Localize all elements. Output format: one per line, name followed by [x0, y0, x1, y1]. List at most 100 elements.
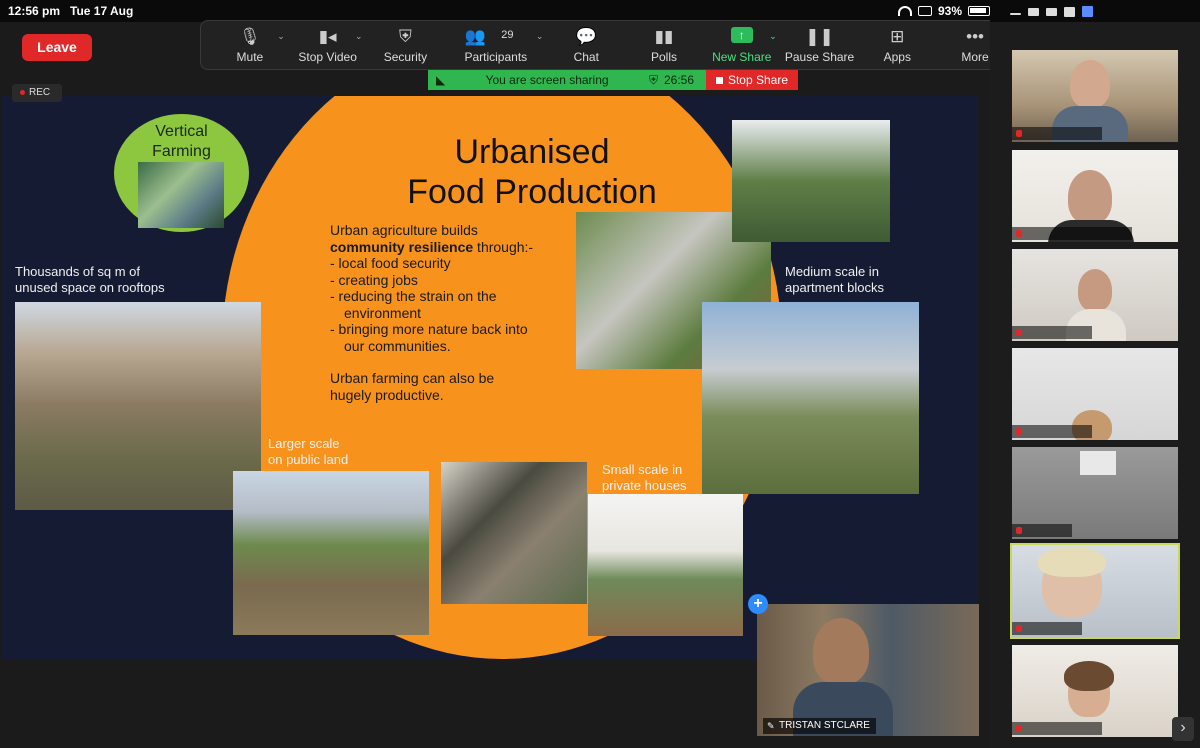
- participant-tile-active-speaker[interactable]: [1010, 543, 1180, 639]
- caption-rooftops: Thousands of sq m of unused space on roo…: [15, 264, 165, 296]
- chat-bubble-icon: 💬: [575, 27, 597, 46]
- participant-tile[interactable]: [1012, 150, 1178, 242]
- shield-icon: ⛨: [399, 27, 412, 46]
- new-share-button[interactable]: ↑ New Share ⌄: [703, 21, 781, 69]
- caption-apartment-blocks: Medium scale in apartment blocks: [785, 264, 884, 296]
- screen-sharing-bar: ◣ You are screen sharing ⛨ 26:56 Stop Sh…: [428, 70, 798, 90]
- minimize-icon[interactable]: [1010, 13, 1021, 15]
- microphone-icon: 🎙: [239, 27, 261, 46]
- participants-button[interactable]: 👥 29 Participants ⌄: [444, 21, 547, 69]
- speaker-view-icon[interactable]: [1046, 8, 1057, 16]
- pause-share-button[interactable]: ❚❚ Pause Share: [781, 21, 859, 69]
- gallery-grid-icon[interactable]: [1082, 6, 1093, 17]
- slide-title-line2: Food Production: [407, 173, 657, 211]
- participant-tile[interactable]: [1012, 645, 1178, 737]
- participants-count: 29: [501, 29, 514, 41]
- caption-rooftops-line1: Thousands of sq m of: [15, 264, 141, 279]
- wifi-icon: [897, 6, 912, 16]
- rooftop-farm-photo: [15, 302, 261, 510]
- chevron-right-icon: ›: [1180, 719, 1186, 736]
- polls-button[interactable]: ▮▮ Polls: [625, 21, 703, 69]
- people-icon: 👥: [464, 27, 486, 46]
- mute-label: Mute: [236, 50, 264, 64]
- chat-label: Chat: [573, 50, 599, 64]
- caption-rooftops-line2: unused space on rooftops: [15, 280, 165, 295]
- caption-private-line1: Small scale in: [602, 462, 683, 477]
- body-intro-tail: through:-: [473, 238, 534, 255]
- ellipsis-icon: •••: [966, 27, 984, 46]
- stop-video-label: Stop Video: [298, 50, 357, 64]
- participant-tile[interactable]: [1012, 447, 1178, 539]
- pause-icon: ❚❚: [805, 27, 834, 46]
- apps-icon: ⊞: [890, 27, 905, 46]
- vertical-farming-photo: [138, 162, 224, 228]
- shield-check-icon: ⛨: [648, 72, 658, 87]
- video-camera-icon: ▮◂: [318, 27, 337, 46]
- private-deck-photo: [588, 494, 743, 636]
- chevron-down-icon[interactable]: ⌄: [277, 31, 285, 42]
- participant-tile[interactable]: [1012, 348, 1178, 440]
- caption-private-line2: private houses: [602, 478, 687, 493]
- presenter-name: TRISTAN STCLARE: [763, 718, 876, 734]
- strip-view-icon[interactable]: [1028, 8, 1039, 16]
- caption-apartment-line1: Medium scale in: [785, 264, 879, 279]
- stop-square-icon: [715, 76, 723, 84]
- participant-name: [1012, 326, 1092, 339]
- gallery-controls: [990, 0, 1200, 22]
- apps-button[interactable]: ⊞ Apps: [858, 21, 936, 69]
- participant-tile[interactable]: [1012, 249, 1178, 341]
- bullet: - creating jobs: [330, 271, 418, 288]
- share-move-icon[interactable]: ◣: [436, 73, 445, 87]
- battery-percent: 93%: [937, 4, 962, 18]
- participant-tile[interactable]: [1012, 50, 1178, 142]
- security-button[interactable]: ⛨ Security: [367, 21, 445, 69]
- meeting-toolbar: 🎙 Mute ⌄ ▮◂ Stop Video ⌄ ⛨ Security 👥 29…: [200, 20, 1025, 70]
- slide-body: Urban agriculture builds community resil…: [330, 222, 580, 403]
- bullet-continuation: our communities.: [344, 337, 451, 354]
- polls-label: Polls: [651, 50, 678, 64]
- participant-name: [1012, 622, 1082, 635]
- sharing-message: You are screen sharing: [485, 73, 609, 87]
- bullet: - local food security: [330, 255, 451, 271]
- participant-head: [1078, 269, 1112, 311]
- share-arrow-icon: ↑: [730, 27, 753, 43]
- stop-share-label: Stop Share: [727, 73, 789, 87]
- participant-name: [1012, 524, 1072, 537]
- mute-button[interactable]: 🎙 Mute ⌄: [211, 21, 289, 69]
- status-right: 93%: [897, 4, 990, 18]
- participant-light: [1080, 451, 1116, 475]
- chevron-down-icon[interactable]: ⌄: [355, 31, 363, 42]
- sharing-timer: 26:56: [663, 73, 694, 87]
- bullet: - reducing the strain on the: [330, 288, 497, 304]
- vertical-farming-title: Vertical Farming: [114, 122, 249, 162]
- stop-share-button[interactable]: Stop Share: [706, 70, 798, 90]
- caption-apartment-line2: apartment blocks: [785, 280, 884, 295]
- participant-head: [1068, 170, 1112, 224]
- chevron-down-icon[interactable]: ⌄: [536, 31, 544, 42]
- leave-button[interactable]: Leave: [22, 34, 92, 61]
- sharing-status: ◣ You are screen sharing ⛨ 26:56: [428, 70, 706, 90]
- pause-share-label: Pause Share: [784, 50, 855, 64]
- bullet-continuation: environment: [344, 304, 422, 321]
- participant-name: [1012, 425, 1092, 438]
- bar-chart-icon: ▮▮: [654, 27, 674, 46]
- caption-public-line1: Larger scale: [268, 436, 340, 451]
- recording-indicator[interactable]: REC: [12, 84, 62, 102]
- caption-public-line2: on public land: [268, 452, 349, 467]
- bullet: - bringing more nature back into: [330, 321, 528, 337]
- add-plus-icon[interactable]: +: [748, 594, 768, 614]
- slide-title-line1: Urbanised: [454, 133, 610, 171]
- chevron-down-icon[interactable]: ⌄: [769, 31, 777, 42]
- gallery-next-button[interactable]: ›: [1172, 717, 1194, 741]
- private-courtyard-photo: [441, 462, 587, 604]
- status-time: 12:56 pm: [8, 4, 61, 18]
- new-share-label: New Share: [712, 50, 772, 64]
- stop-video-button[interactable]: ▮◂ Stop Video ⌄: [289, 21, 367, 69]
- list-view-icon[interactable]: [1064, 7, 1075, 17]
- body-intro-line2: community resilience through:-: [330, 239, 580, 256]
- vertical-farming-label: Vertical Farming: [152, 123, 211, 160]
- screen-mirror-icon: [917, 6, 932, 16]
- chat-button[interactable]: 💬 Chat: [547, 21, 625, 69]
- presenter-video[interactable]: TRISTAN STCLARE: [757, 604, 979, 736]
- caption-private-houses: Small scale in private houses: [602, 462, 687, 494]
